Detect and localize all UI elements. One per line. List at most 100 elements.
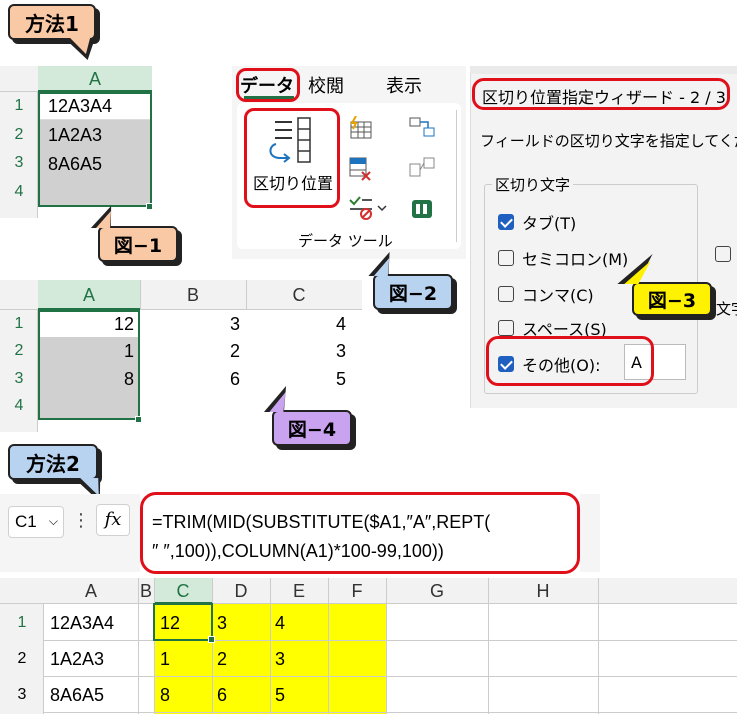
fig4-b3: 6	[229, 369, 240, 389]
checkbox-semicolon[interactable]	[498, 250, 514, 266]
fig1-fill-handle[interactable]	[146, 203, 153, 210]
sheet2-fill-handle[interactable]	[208, 636, 215, 643]
fig4-c1: 4	[335, 314, 346, 334]
fig4-c2: 3	[335, 341, 346, 361]
sheet2-e2: 3	[275, 649, 286, 669]
sheet2-a2: 1A2A3	[50, 649, 105, 669]
sheet2-e3: 5	[275, 685, 286, 705]
sheet2-row-1[interactable]: 1	[0, 614, 44, 632]
relationships-icon[interactable]	[408, 156, 436, 184]
fig1-label: 図−1	[113, 234, 163, 257]
option-tab[interactable]: タブ(T)	[498, 210, 576, 234]
sheet2-c2: 1	[160, 649, 171, 669]
option-other-highlight	[486, 336, 654, 386]
fig1-row-4[interactable]: 4	[0, 183, 38, 201]
fig1-row-3[interactable]: 3	[0, 154, 38, 172]
data-model-icon[interactable]	[410, 196, 434, 224]
fig4-a1: 12	[113, 314, 134, 334]
data-tools-group-label: データ ツール	[298, 232, 393, 250]
flash-fill-icon[interactable]	[348, 115, 374, 144]
sheet2-row-3[interactable]: 3	[0, 686, 44, 704]
fig1-sheet: A 1 2 3 4 12A3A4 1A2A3 8A6A5	[0, 66, 153, 218]
sheet2-c3: 8	[160, 685, 171, 705]
sheet2: A B C D E F G H 1 2 3 12A3A4 1A2A3 8A6A5…	[0, 578, 737, 714]
method2-callout: 方法2	[8, 444, 98, 480]
fig4-row-1[interactable]: 1	[0, 315, 38, 333]
fig1-row-1[interactable]: 1	[0, 97, 38, 115]
dialog-instruction: フィールドの区切り文字を指定してくだ	[480, 132, 737, 150]
fig4-col-a-label: A	[82, 285, 95, 305]
name-box[interactable]: C1 ⌵	[8, 506, 64, 538]
checkbox-comma[interactable]	[498, 286, 514, 302]
sheet2-col-a[interactable]: A	[44, 581, 138, 602]
sheet2-col-g[interactable]: G	[386, 581, 488, 602]
fig1-row-2[interactable]: 2	[0, 126, 38, 144]
method2-label: 方法2	[26, 451, 80, 476]
delimiter-group-title: 区切り文字	[492, 174, 574, 195]
tab-review[interactable]: 校閲	[308, 72, 344, 98]
fig2-label: 図−2	[388, 282, 438, 305]
fig4-a3: 8	[123, 369, 134, 389]
fig1-value-a1: 12A3A4	[48, 96, 113, 116]
sheet2-col-d[interactable]: D	[212, 581, 270, 602]
option-semicolon[interactable]: セミコロン(M)	[498, 246, 628, 270]
fig4-col-c-label: C	[292, 285, 306, 305]
option-tab-label: タブ(T)	[522, 214, 577, 233]
text-to-columns-highlight	[244, 108, 340, 208]
sheet2-d2: 2	[217, 649, 228, 669]
dialog-side-text: 文字	[716, 300, 737, 318]
fig3-callout: 図−3	[632, 282, 712, 316]
dialog-title-bar	[470, 66, 737, 74]
tab-view[interactable]: 表示	[386, 72, 422, 98]
tab-data-highlight	[236, 68, 300, 102]
sheet2-row-2[interactable]: 2	[0, 650, 44, 668]
remove-duplicates-icon[interactable]	[348, 156, 374, 186]
data-validation-icon[interactable]	[348, 196, 388, 224]
sheet2-col-c: C	[176, 581, 190, 601]
dialog-title-highlight	[472, 78, 730, 110]
method1-callout: 方法1	[8, 4, 96, 40]
checkbox-space[interactable]	[498, 320, 514, 336]
fig4-b1: 3	[229, 314, 240, 334]
fig4-row-3[interactable]: 3	[0, 370, 38, 388]
fig4-c3: 5	[335, 369, 346, 389]
checkbox-tab-checked[interactable]	[498, 214, 514, 230]
option-comma[interactable]: コンマ(C)	[498, 282, 594, 306]
dialog-side-checkbox[interactable]	[715, 246, 731, 262]
more-options-icon[interactable]: ⋮	[72, 510, 90, 531]
sheet2-col-e[interactable]: E	[270, 581, 328, 602]
fig4-row-2[interactable]: 2	[0, 342, 38, 360]
insert-function-button[interactable]: fx	[96, 504, 130, 536]
sheet2-e1: 4	[275, 613, 286, 633]
option-comma-label: コンマ(C)	[522, 286, 594, 305]
sheet2-col-f[interactable]: F	[328, 581, 386, 602]
fig4-col-b-label: B	[186, 285, 199, 305]
fig4-fill-handle[interactable]	[135, 416, 142, 423]
sheet2-a3: 8A6A5	[50, 685, 105, 705]
fig4-a2: 1	[123, 341, 134, 361]
fig4-b2: 2	[229, 341, 240, 361]
chevron-down-icon: ⌵	[48, 514, 58, 528]
fig1-col-a-label: A	[88, 69, 101, 89]
fig3-label: 図−3	[647, 289, 697, 312]
fig1-callout: 図−1	[98, 226, 178, 262]
sheet2-col-b[interactable]: B	[138, 581, 154, 602]
fig4-label: 図−4	[287, 418, 337, 441]
sheet2-a1: 12A3A4	[50, 613, 115, 633]
ribbon-group-divider	[456, 110, 457, 242]
fig4-row-4[interactable]: 4	[0, 397, 38, 415]
fig2-callout: 図−2	[373, 274, 453, 310]
fig1-value-a3: 8A6A5	[48, 154, 103, 174]
formula-highlight	[140, 492, 580, 574]
sheet2-d3: 6	[217, 685, 228, 705]
option-semicolon-label: セミコロン(M)	[522, 250, 629, 269]
fig1-value-a2: 1A2A3	[48, 125, 103, 145]
fx-icon: fx	[104, 509, 122, 530]
sheet2-d1: 3	[217, 613, 228, 633]
method1-label: 方法1	[25, 11, 79, 36]
sheet2-col-h[interactable]: H	[488, 581, 598, 602]
sheet2-c1: 12	[160, 613, 181, 633]
name-box-value: C1	[15, 512, 37, 531]
fig4-callout: 図−4	[272, 410, 352, 446]
consolidate-icon[interactable]	[408, 116, 436, 142]
